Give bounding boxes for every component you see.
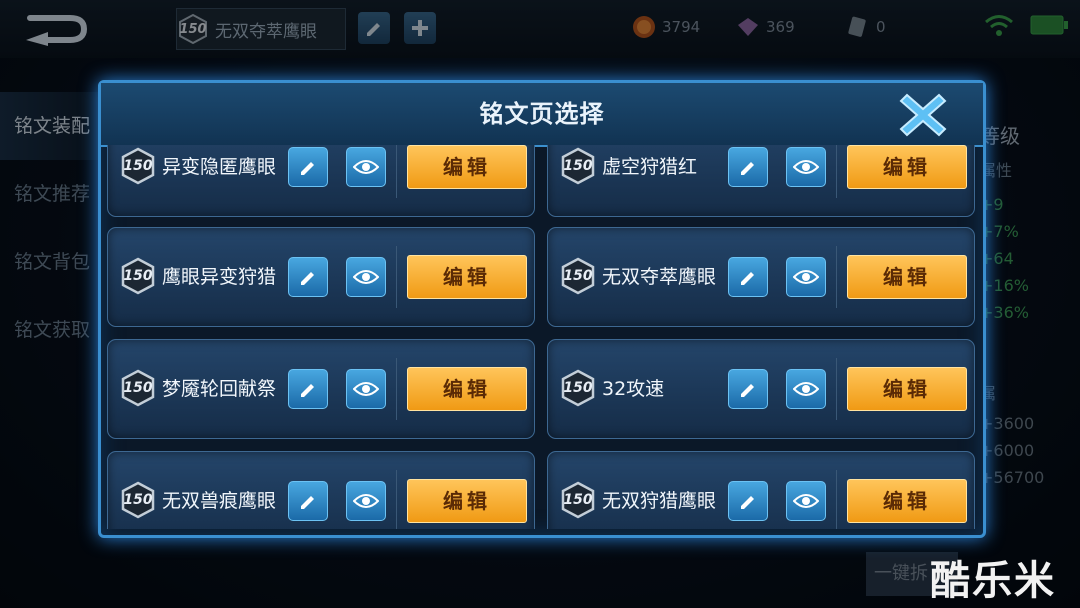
pencil-icon [301, 384, 314, 397]
rename-button[interactable] [288, 147, 328, 187]
divider [836, 246, 837, 308]
rune-page-name: 无双兽痕鹰眼 [162, 490, 277, 512]
eye-icon [353, 494, 379, 508]
rune-page-card[interactable]: 150 无双兽痕鹰眼 编辑 [107, 451, 535, 529]
preview-button[interactable] [346, 481, 386, 521]
rune-page-name: 无双夺萃鹰眼 [602, 266, 717, 288]
preview-button[interactable] [346, 369, 386, 409]
rune-page-list[interactable]: 150 异变隐匿鹰眼 编辑 150 虚空狩猎红 编辑 150 鹰眼异变狩猎 编辑… [107, 145, 977, 529]
preview-button[interactable] [346, 257, 386, 297]
edit-button[interactable]: 编辑 [847, 255, 967, 299]
rename-button[interactable] [288, 481, 328, 521]
rune-page-name: 异变隐匿鹰眼 [162, 156, 277, 178]
pencil-icon [301, 496, 314, 509]
level-badge-icon: 150 [560, 147, 596, 185]
close-icon[interactable] [899, 91, 947, 139]
rune-page-card[interactable]: 150 梦魇轮回献祭 编辑 [107, 339, 535, 439]
eye-icon [793, 160, 819, 174]
edit-button[interactable]: 编辑 [407, 255, 527, 299]
rune-page-name: 梦魇轮回献祭 [162, 378, 277, 400]
divider [836, 145, 837, 198]
level-badge-icon: 150 [560, 369, 596, 407]
rune-page-name: 32攻速 [602, 378, 665, 400]
eye-icon [353, 160, 379, 174]
edit-button[interactable]: 编辑 [847, 145, 967, 189]
rune-page-select-dialog: 铭文页选择 150 异变隐匿鹰眼 编辑 150 虚空狩猎红 编辑 150 鹰眼异… [98, 80, 986, 538]
pencil-icon [301, 272, 314, 285]
edit-button[interactable]: 编辑 [407, 367, 527, 411]
rename-button[interactable] [288, 257, 328, 297]
eye-icon [353, 270, 379, 284]
watermark: 酷乐米 [930, 558, 1056, 604]
preview-button[interactable] [786, 257, 826, 297]
rune-page-card[interactable]: 150 鹰眼异变狩猎 编辑 [107, 227, 535, 327]
divider [836, 470, 837, 529]
edit-button[interactable]: 编辑 [407, 145, 527, 189]
rune-page-name: 虚空狩猎红 [602, 156, 698, 178]
rune-page-card[interactable]: 150 虚空狩猎红 编辑 [547, 145, 975, 217]
rune-page-card[interactable]: 150 无双夺萃鹰眼 编辑 [547, 227, 975, 327]
preview-button[interactable] [786, 481, 826, 521]
divider [836, 358, 837, 420]
dialog-title: 铭文页选择 [479, 100, 605, 128]
pencil-icon [741, 272, 754, 285]
pencil-icon [301, 162, 314, 175]
eye-icon [793, 382, 819, 396]
rename-button[interactable] [728, 257, 768, 297]
divider [396, 358, 397, 420]
pencil-icon [741, 162, 754, 175]
rename-button[interactable] [728, 369, 768, 409]
rune-page-name: 鹰眼异变狩猎 [162, 266, 277, 288]
preview-button[interactable] [346, 147, 386, 187]
eye-icon [793, 494, 819, 508]
level-badge-icon: 150 [560, 481, 596, 519]
rune-page-name: 无双狩猎鹰眼 [602, 490, 717, 512]
pencil-icon [741, 384, 754, 397]
eye-icon [353, 382, 379, 396]
rename-button[interactable] [728, 481, 768, 521]
preview-button[interactable] [786, 147, 826, 187]
rename-button[interactable] [728, 147, 768, 187]
rune-page-card[interactable]: 150 无双狩猎鹰眼 编辑 [547, 451, 975, 529]
level-badge-icon: 150 [560, 257, 596, 295]
divider [396, 470, 397, 529]
level-badge-icon: 150 [120, 481, 156, 519]
edit-button[interactable]: 编辑 [847, 479, 967, 523]
eye-icon [793, 270, 819, 284]
level-badge-icon: 150 [120, 257, 156, 295]
divider [396, 246, 397, 308]
rune-page-card[interactable]: 150 32攻速 编辑 [547, 339, 975, 439]
pencil-icon [741, 496, 754, 509]
rune-page-card[interactable]: 150 异变隐匿鹰眼 编辑 [107, 145, 535, 217]
level-badge-icon: 150 [120, 147, 156, 185]
edit-button[interactable]: 编辑 [407, 479, 527, 523]
edit-button[interactable]: 编辑 [847, 367, 967, 411]
preview-button[interactable] [786, 369, 826, 409]
rename-button[interactable] [288, 369, 328, 409]
level-badge-icon: 150 [120, 369, 156, 407]
divider [396, 145, 397, 198]
